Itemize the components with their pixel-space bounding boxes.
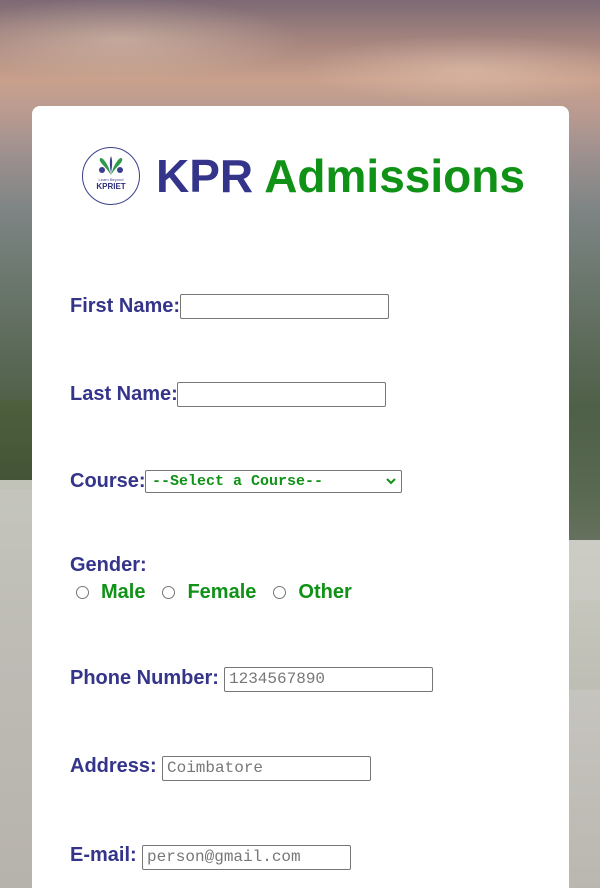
email-input[interactable]: person@gmail.com <box>142 845 351 870</box>
course-select[interactable]: --Select a Course-- <box>145 470 402 493</box>
background-building <box>0 480 34 888</box>
logo-name: KPRIET <box>96 182 126 191</box>
gender-label: Gender: <box>70 554 147 576</box>
gender-option-other[interactable]: Other <box>298 580 351 604</box>
course-label: Course: <box>70 470 146 492</box>
phone-label: Phone Number: <box>70 667 219 689</box>
kpriet-logo-icon: Learn Beyond KPRIET <box>82 147 140 205</box>
chevron-down-icon <box>386 478 396 485</box>
title-kpr: KPR <box>156 150 254 202</box>
background-trees <box>0 400 34 490</box>
gender-radio-female[interactable] <box>162 585 176 599</box>
address-input[interactable]: Coimbatore <box>162 756 371 781</box>
gender-radio-male[interactable] <box>76 585 89 599</box>
course-selected-value: --Select a Course-- <box>152 473 324 490</box>
gender-option-female[interactable]: Female <box>187 580 256 604</box>
address-label: Address: <box>70 755 157 777</box>
title-admissions: Admissions <box>264 150 525 202</box>
form-header: Learn Beyond KPRIET KPR Admissions <box>82 146 525 206</box>
gender-radio-group: Male Female Other <box>76 580 369 604</box>
gender-option-male[interactable]: Male <box>101 580 145 604</box>
email-label: E-mail: <box>70 844 137 866</box>
admission-form-card: Learn Beyond KPRIET KPR Admissions First… <box>32 106 569 888</box>
gender-radio-other[interactable] <box>273 585 287 599</box>
phone-input[interactable]: 1234567890 <box>224 667 433 692</box>
last-name-input[interactable] <box>177 382 386 407</box>
last-name-label: Last Name: <box>70 383 178 405</box>
first-name-input[interactable] <box>180 294 389 319</box>
background-building <box>569 540 600 888</box>
page-title: KPR Admissions <box>156 148 525 204</box>
first-name-label: First Name: <box>70 295 181 317</box>
